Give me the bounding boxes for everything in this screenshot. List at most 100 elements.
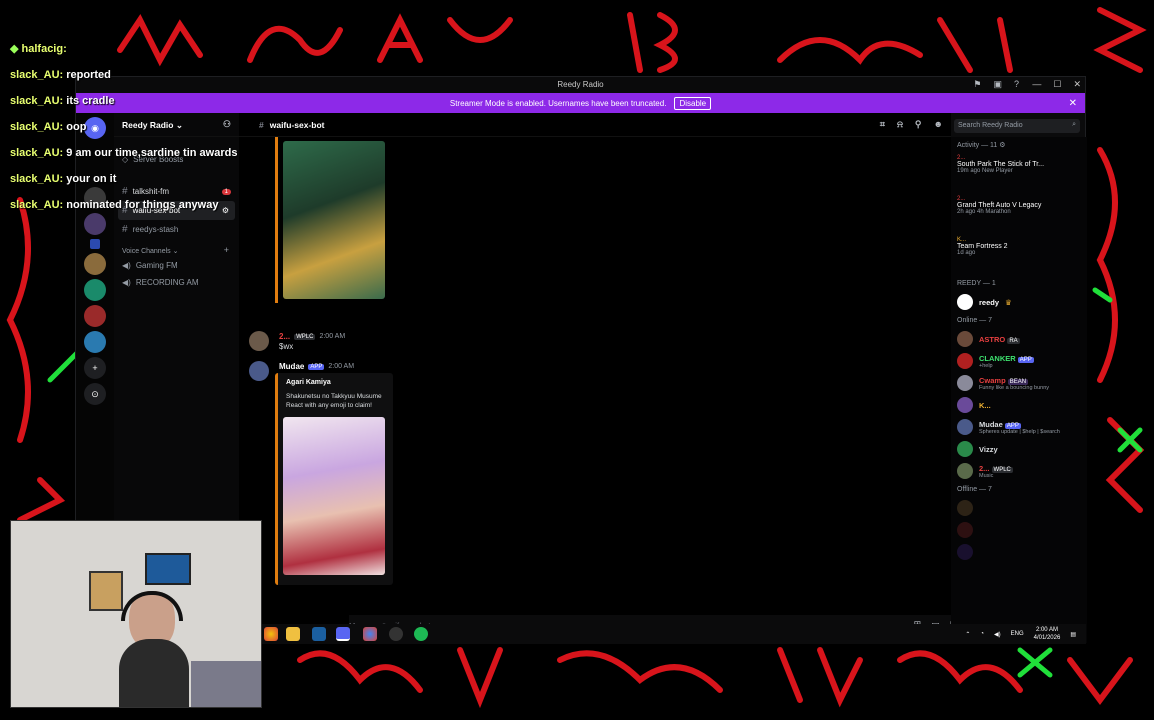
- server-icon[interactable]: [84, 331, 106, 353]
- avatar: [957, 463, 973, 479]
- hash-icon: #: [122, 224, 128, 235]
- member-item[interactable]: CLANKER APP +help: [951, 350, 1087, 372]
- channel-header: # waifu-sex-bot ⌗ ⍾ ⚲ ☻: [239, 113, 951, 137]
- webcam-overlay: [10, 520, 262, 708]
- file-explorer-icon[interactable]: [286, 627, 300, 641]
- activity-item[interactable]: K... Team Fortress 2 1d ago: [951, 235, 1087, 276]
- avatar: [957, 500, 973, 516]
- taskbar: ⌃ ◔ ◀) ENG 2:00 AM 4/01/2026 ▤: [262, 624, 1086, 644]
- avatar: [957, 397, 973, 413]
- avatar: [957, 419, 973, 435]
- folder-icon[interactable]: [90, 239, 100, 249]
- clock[interactable]: 2:00 AM 4/01/2026: [1034, 626, 1061, 642]
- close-banner-icon[interactable]: ✕: [1069, 98, 1077, 109]
- avatar: [957, 441, 973, 457]
- flag-icon[interactable]: ⚑: [973, 79, 981, 90]
- author-name[interactable]: 2...: [279, 332, 290, 341]
- member-item[interactable]: Mudae APP Spheres update | $help | $searc…: [951, 416, 1087, 438]
- pin-icon[interactable]: ⚲: [915, 119, 922, 130]
- user-tag: WPLC: [294, 333, 316, 340]
- mute-bell-icon[interactable]: ⍾: [897, 119, 903, 130]
- role-header: REEDY — 1: [957, 280, 996, 287]
- channel-title: waifu-sex-bot: [269, 119, 325, 130]
- message-meta: 2... WPLC 2:00 AM: [279, 332, 345, 341]
- member-item[interactable]: reedy ♛: [951, 291, 1087, 313]
- chevron-up-icon[interactable]: ⌃: [965, 631, 970, 638]
- threads-icon[interactable]: ⌗: [880, 119, 885, 130]
- channel-reedys-stash[interactable]: # reedys-stash: [114, 220, 239, 239]
- member-item[interactable]: [951, 519, 1087, 541]
- search-icon: ⌕: [1072, 121, 1076, 128]
- background-clutter: [191, 661, 261, 707]
- server-icon[interactable]: [84, 305, 106, 327]
- close-window-button[interactable]: ✕: [1073, 79, 1081, 90]
- member-item[interactable]: [951, 541, 1087, 563]
- search-input[interactable]: Search Reedy Radio ⌕: [954, 119, 1080, 133]
- avatar: [957, 544, 973, 560]
- mudae-avatar[interactable]: [249, 361, 269, 381]
- member-item[interactable]: ASTRO RA: [951, 328, 1087, 350]
- mudae-embed: Agari Kamiya Shakunetsu no Takkyuu Musum…: [275, 373, 393, 585]
- author-name[interactable]: Mudae: [279, 362, 304, 371]
- character-image[interactable]: [283, 141, 385, 299]
- volume-icon[interactable]: ◀): [994, 631, 1001, 638]
- server-icon[interactable]: [84, 279, 106, 301]
- activity-item[interactable]: 2... South Park The Stick of Tr... 19m a…: [951, 153, 1087, 194]
- chat-message: slack_AU: reported: [10, 69, 111, 81]
- headphones: [121, 591, 183, 621]
- steam-icon[interactable]: [312, 627, 326, 641]
- discover-icon[interactable]: ⊙: [84, 383, 106, 405]
- avatar: [957, 375, 973, 391]
- avatar: [957, 353, 973, 369]
- inbox-icon[interactable]: ▣: [993, 79, 1002, 90]
- obs-icon[interactable]: [389, 627, 403, 641]
- chat-message: slack_AU: oop: [10, 121, 87, 133]
- notification-icon[interactable]: ▤: [1070, 631, 1076, 638]
- embed-instructions: React with any emoji to claim!: [286, 402, 372, 409]
- message-text: $wx: [279, 342, 294, 351]
- timestamp: 2:00 AM: [319, 333, 346, 340]
- server-icon[interactable]: [84, 253, 106, 275]
- voice-channel-gaming-fm[interactable]: ◀) Gaming FM: [114, 257, 239, 274]
- app-tag: APP: [308, 363, 325, 370]
- minimize-button[interactable]: —: [1032, 79, 1041, 90]
- voice-channel-recording-am[interactable]: ◀) RECORDING AM: [114, 274, 239, 291]
- spotify-icon[interactable]: [414, 627, 428, 641]
- online-header: Online — 7: [957, 317, 993, 324]
- chat-message: slack_AU: nominated for things anyway: [10, 199, 219, 211]
- embed-description: Shakunetsu no Takkyuu Musume: [286, 393, 382, 400]
- voice-category[interactable]: Voice Channels ⌄ +: [114, 239, 239, 257]
- maximize-button[interactable]: ☐: [1053, 79, 1061, 90]
- chrome-icon[interactable]: [264, 627, 278, 641]
- chat-message: slack_AU: your on it: [10, 173, 117, 185]
- avatar: [957, 331, 973, 347]
- chat-message: ◆ halfacig:: [10, 43, 67, 55]
- previous-embed: [275, 137, 385, 303]
- discord-icon[interactable]: [336, 627, 350, 641]
- help-icon[interactable]: ?: [1014, 79, 1019, 90]
- system-tray: ⌃ ◔ ◀) ENG 2:00 AM 4/01/2026 ▤: [965, 626, 1076, 642]
- disable-button[interactable]: Disable: [674, 96, 712, 110]
- add-channel-icon[interactable]: +: [224, 245, 229, 255]
- activity-header: Activity — 11 ⚙: [957, 142, 1006, 149]
- banner-text: Streamer Mode is enabled. Usernames have…: [449, 98, 667, 108]
- avatar[interactable]: [249, 331, 269, 351]
- activity-item[interactable]: 2... Grand Theft Auto V Legacy 2h ago 4h…: [951, 194, 1087, 235]
- member-item[interactable]: Cwamp BEAN Funny like a bouncing bunny: [951, 372, 1087, 394]
- chat-message: slack_AU: 9 am our time,sardine tin awar…: [10, 147, 238, 159]
- member-item[interactable]: Vizzy: [951, 438, 1087, 460]
- wifi-icon[interactable]: ◔: [980, 631, 984, 637]
- embed-accent-bar: [275, 137, 278, 303]
- character-image[interactable]: [283, 417, 385, 575]
- language-indicator[interactable]: ENG: [1011, 631, 1024, 637]
- member-list-icon[interactable]: ☻: [934, 119, 943, 130]
- chrome-icon[interactable]: [363, 627, 377, 641]
- add-server-icon[interactable]: +: [84, 357, 106, 379]
- member-item[interactable]: K...: [951, 394, 1087, 416]
- member-item[interactable]: 2... WPLC Music: [951, 460, 1087, 482]
- crown-icon: ♛: [1005, 297, 1012, 307]
- offline-header: Offline — 7: [957, 486, 992, 493]
- avatar: [957, 522, 973, 538]
- speaker-icon: ◀): [122, 278, 131, 287]
- member-item[interactable]: [951, 497, 1087, 519]
